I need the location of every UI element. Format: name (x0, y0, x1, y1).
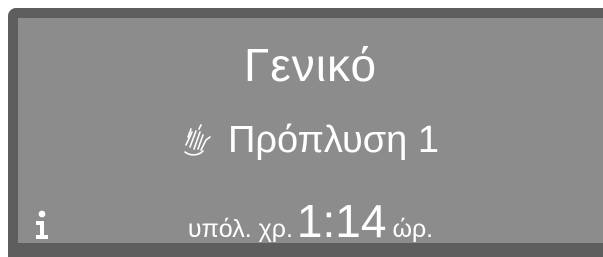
info-icon[interactable] (34, 210, 50, 240)
program-phase-row: Πρόπλυση 1 (18, 118, 603, 162)
program-category-title: Γενικό (243, 39, 378, 91)
program-phase-label: Πρόπλυση 1 (227, 119, 440, 161)
remaining-time-prefix: υπόλ. χρ. (187, 215, 293, 243)
remaining-time-row: υπόλ. χρ. 1:14 ώρ. (18, 198, 603, 244)
prewash-hands-icon (184, 124, 211, 156)
remaining-time-value: 1:14 (296, 195, 387, 247)
lcd-screen: Γενικό Πρόπλυση 1 υπόλ. χρ. 1:14 ώρ. (18, 18, 603, 244)
device-panel: Γενικό Πρόπλυση 1 υπόλ. χρ. 1:14 ώρ. (0, 0, 603, 257)
remaining-time-unit: ώρ. (392, 215, 434, 243)
